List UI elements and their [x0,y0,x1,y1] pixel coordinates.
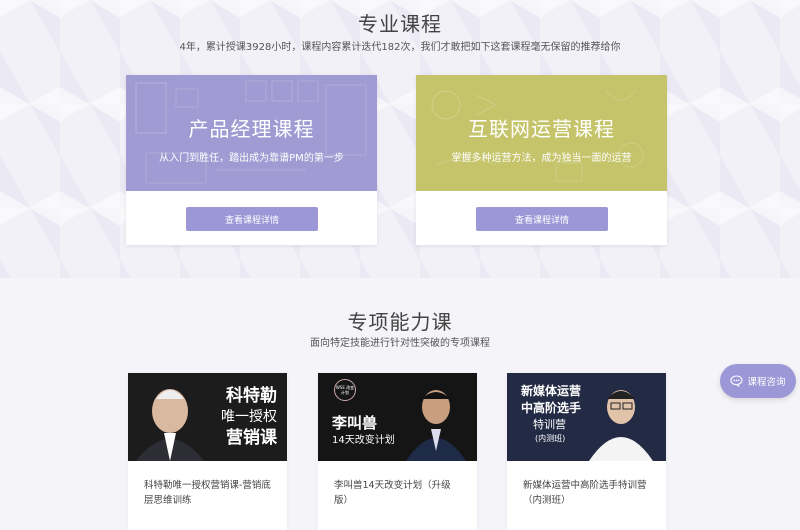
section-title-special: 专项能力课 [347,310,453,334]
image-line-1: 新媒体运营 [521,384,582,398]
course-consult-label: 课程咨询 [747,377,786,388]
course-desc-operations: 掌握多种运营方法，成为独当一面的运营 [451,153,632,164]
special-card-lijiaoshou[interactable]: WSE 改变计划 李叫兽 14天改变计划 李叫兽14天改变计划（升级版） [318,373,477,530]
image-line-2: 中高阶选手 [521,401,582,415]
course-image-kotler: 科特勒 唯一授权 营销课 [128,373,287,461]
image-line-2: 唯一授权 [221,409,277,425]
course-image-newmedia: 新媒体运营 中高阶选手 特训营 (内测班) [507,373,666,461]
special-card-desc-kotler: 科特勒唯一授权营销课-营销底层思维训练 [144,480,271,506]
section-subtitle-professional: 4年，累计授课3928小时，课程内容累计迭代182次，我们才敢把如下这套课程毫无… [179,42,621,53]
chat-icon [730,375,744,387]
image-line-1: 科特勒 [226,386,277,406]
section-subtitle-special: 面向特定技能进行针对性突破的专项课程 [310,338,490,349]
course-consult-button[interactable]: 课程咨询 [720,364,796,398]
image-line-1: 李叫兽 [332,414,378,432]
course-desc-pm: 从入门到胜任，踏出成为靠谱PM的第一步 [159,153,344,164]
view-course-detail-button-operations[interactable]: 查看课程详情 [476,207,608,231]
image-line-4: (内测班) [535,434,566,443]
special-card-kotler[interactable]: 科特勒 唯一授权 营销课 科特勒唯一授权营销课-营销底层思维训练 [128,373,287,530]
course-title-operations: 互联网运营课程 [468,117,615,141]
special-card-newmedia[interactable]: 新媒体运营 中高阶选手 特训营 (内测班) 新媒体运营中高阶选手特训营（内测班） [507,373,666,530]
image-line-3: 营销课 [226,428,277,448]
view-course-detail-button-pm[interactable]: 查看课程详情 [186,207,318,231]
course-title-pm: 产品经理课程 [188,117,315,141]
special-card-desc-lijiaoshou: 李叫兽14天改变计划（升级版） [334,480,451,506]
course-image-lijiaoshou: WSE 改变计划 李叫兽 14天改变计划 [318,373,477,461]
course-banner-pm: 产品经理课程 从入门到胜任，踏出成为靠谱PM的第一步 [126,75,377,191]
image-line-3: 特训营 [533,418,566,431]
course-card-pm[interactable]: 产品经理课程 从入门到胜任，踏出成为靠谱PM的第一步 查看课程详情 [126,75,377,245]
section-title-professional: 专业课程 [358,12,442,36]
special-card-desc-newmedia: 新媒体运营中高阶选手特训营（内测班） [523,480,647,506]
course-card-operations[interactable]: 互联网运营课程 掌握多种运营方法，成为独当一面的运营 查看课程详情 [416,75,667,245]
image-line-2: 14天改变计划 [332,435,395,446]
course-banner-operations: 互联网运营课程 掌握多种运营方法，成为独当一面的运营 [416,75,667,191]
